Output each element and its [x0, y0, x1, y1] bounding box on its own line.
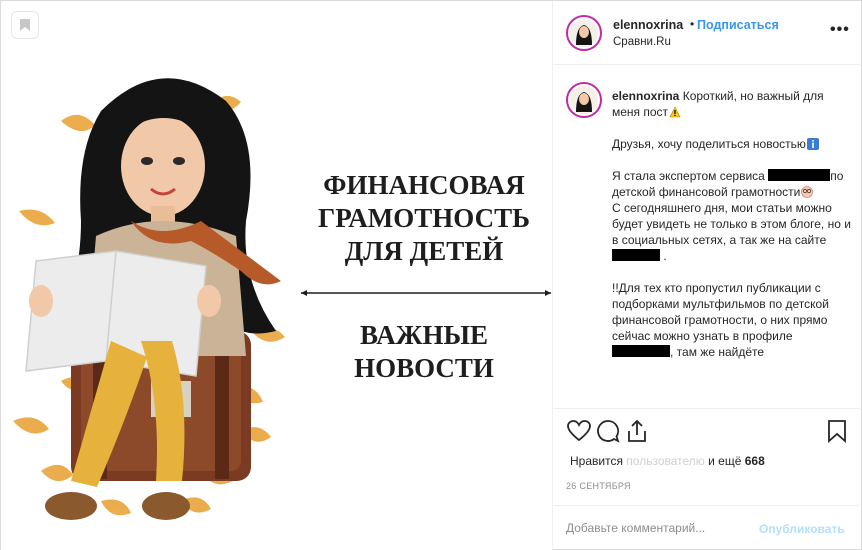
redacted-block: [612, 345, 670, 357]
username-link[interactable]: elennoxrina: [613, 18, 683, 32]
likes-prefix: Нравится: [570, 454, 623, 468]
share-icon[interactable]: [624, 418, 650, 444]
publish-button[interactable]: Опубликовать: [759, 522, 845, 536]
information-emoji-icon: [806, 138, 819, 150]
likes-user-blurred[interactable]: пользователю: [626, 454, 705, 468]
follow-button[interactable]: Подписаться: [697, 18, 779, 32]
headline-line: ДЛЯ ДЕТЕЙ: [344, 235, 504, 266]
divider-line: [301, 290, 551, 296]
caption-text: Я стала экспертом сервиса: [612, 169, 765, 183]
comment-input[interactable]: [566, 516, 766, 540]
post-date[interactable]: 26 сентября: [566, 481, 631, 491]
instagram-post: ФИНАНСОВАЯ ГРАМОТНОСТЬ ДЛЯ ДЕТЕЙ ВАЖНЫЕ …: [0, 0, 862, 550]
caption-scroll-area[interactable]: elennoxrina Короткий, но важный для меня…: [554, 66, 862, 409]
post-actions: [554, 410, 862, 450]
bookmark-icon[interactable]: [824, 418, 850, 444]
likes-and-more: и ещё: [708, 454, 742, 468]
post-image[interactable]: ФИНАНСОВАЯ ГРАМОТНОСТЬ ДЛЯ ДЕТЕЙ ВАЖНЫЕ …: [1, 1, 553, 550]
headline-line: ВАЖНЫЕ: [359, 320, 489, 350]
location-link[interactable]: Сравни.Ru: [613, 36, 671, 48]
headline-line: ГРАМОТНОСТЬ: [318, 202, 530, 233]
post-header: elennoxrina • Подписаться Сравни.Ru •••: [554, 1, 862, 65]
separator-dot: •: [690, 17, 695, 31]
likes-summary[interactable]: Нравится пользователю и ещё 668: [570, 454, 765, 468]
caption-text: Друзья, хочу поделиться новостью: [612, 137, 806, 151]
add-comment-bar: Опубликовать: [554, 505, 862, 550]
likes-count[interactable]: 668: [745, 454, 765, 468]
caption-text: , там же найдёте: [670, 345, 765, 359]
nerd-face-emoji-icon: [801, 186, 814, 198]
headline-important-news: ВАЖНЫЕ НОВОСТИ: [299, 319, 549, 385]
caption-text: !!Для тех кто пропустил публикации с под…: [612, 281, 829, 343]
comment-icon[interactable]: [595, 418, 621, 444]
headline-financial-literacy: ФИНАНСОВАЯ ГРАМОТНОСТЬ ДЛЯ ДЕТЕЙ: [299, 169, 549, 268]
avatar[interactable]: [566, 15, 602, 51]
headline-line: ФИНАНСОВАЯ: [323, 170, 525, 200]
heart-icon[interactable]: [566, 418, 592, 444]
avatar[interactable]: [566, 82, 602, 118]
headline-line: НОВОСТИ: [354, 352, 494, 383]
illustration-girl-on-suitcase: [13, 78, 285, 520]
warning-emoji-icon: [669, 106, 681, 118]
caption-text: .: [663, 249, 667, 263]
redacted-block: [612, 249, 660, 261]
redacted-block: [768, 169, 831, 181]
post-side-panel: elennoxrina • Подписаться Сравни.Ru ••• …: [554, 1, 862, 550]
post-caption: elennoxrina Короткий, но важный для меня…: [612, 88, 852, 376]
caption-username[interactable]: elennoxrina: [612, 89, 679, 103]
bookmark-filled-icon[interactable]: [11, 11, 39, 39]
caption-text: С сегодняшнего дня, мои статьи можно буд…: [612, 201, 851, 247]
more-horizontal-icon[interactable]: •••: [830, 21, 850, 39]
